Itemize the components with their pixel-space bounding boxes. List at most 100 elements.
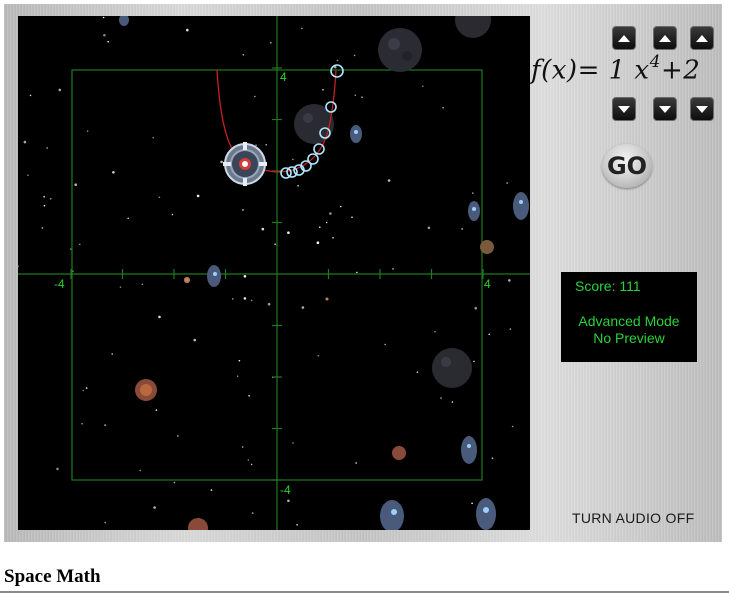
star bbox=[171, 213, 174, 216]
star bbox=[27, 174, 29, 176]
crystal-asteroid-1 bbox=[207, 265, 221, 287]
star bbox=[316, 241, 320, 244]
exponent-up-button[interactable] bbox=[653, 26, 677, 50]
function-display: f(x)= 1 x4+2 bbox=[531, 52, 721, 94]
graph-canvas: -4 4 4 -4 bbox=[18, 16, 530, 530]
star bbox=[243, 275, 247, 278]
star bbox=[440, 397, 442, 399]
star bbox=[186, 28, 189, 32]
star bbox=[267, 302, 271, 306]
star bbox=[472, 192, 474, 194]
star bbox=[196, 194, 200, 198]
space-graph-area[interactable]: -4 4 4 -4 bbox=[18, 16, 530, 530]
star bbox=[361, 96, 363, 98]
function-coefficient: 1 bbox=[608, 55, 626, 86]
star bbox=[243, 297, 247, 300]
function-prefix: f(x)= bbox=[531, 55, 609, 86]
rock-asteroid-4 bbox=[188, 518, 208, 530]
star bbox=[18, 265, 19, 268]
star bbox=[158, 196, 161, 199]
go-button[interactable]: GO bbox=[602, 144, 652, 188]
star bbox=[317, 354, 320, 357]
rock-asteroid-5 bbox=[184, 277, 190, 283]
star bbox=[220, 160, 223, 164]
arrow-down-icon bbox=[659, 105, 671, 113]
asteroid-1 bbox=[378, 28, 422, 72]
star bbox=[104, 521, 106, 524]
star bbox=[336, 59, 339, 62]
rock-asteroid-1-core bbox=[140, 384, 152, 396]
crystal-asteroid-3 bbox=[468, 201, 480, 221]
star bbox=[193, 338, 196, 342]
star bbox=[82, 389, 84, 392]
star bbox=[274, 243, 276, 245]
star bbox=[506, 182, 508, 184]
star bbox=[473, 360, 475, 363]
star bbox=[247, 459, 250, 461]
star bbox=[292, 158, 294, 161]
star bbox=[173, 481, 176, 484]
x-axis-max-label: 4 bbox=[484, 277, 491, 291]
asteroid-3 bbox=[432, 348, 472, 388]
rock-asteroid-2 bbox=[392, 446, 406, 460]
mode-status: Advanced Mode No Preview bbox=[561, 313, 697, 347]
star bbox=[461, 228, 463, 230]
star bbox=[177, 435, 179, 437]
crystal-asteroid-6 bbox=[380, 500, 404, 530]
star bbox=[43, 196, 45, 198]
arrow-down-icon bbox=[696, 105, 708, 113]
constant-down-button[interactable] bbox=[690, 97, 714, 121]
arrow-up-icon bbox=[659, 34, 671, 42]
crystal-asteroid-7 bbox=[476, 498, 496, 530]
star bbox=[85, 387, 88, 389]
star bbox=[287, 231, 290, 234]
audio-toggle-button[interactable]: TURN AUDIO OFF bbox=[572, 510, 694, 526]
star bbox=[250, 299, 253, 302]
star bbox=[104, 424, 106, 426]
star bbox=[152, 136, 154, 139]
y-axis-max-label: 4 bbox=[280, 70, 287, 84]
constant-up-button[interactable] bbox=[690, 26, 714, 50]
star bbox=[254, 95, 256, 98]
function-constant: +2 bbox=[660, 55, 701, 86]
star bbox=[56, 467, 59, 471]
star bbox=[251, 512, 254, 514]
star bbox=[434, 330, 436, 333]
star bbox=[340, 205, 342, 208]
star bbox=[103, 33, 106, 37]
exponent-down-button[interactable] bbox=[653, 97, 677, 121]
star bbox=[384, 343, 386, 346]
star bbox=[322, 88, 324, 91]
mode-label: Advanced Mode bbox=[578, 313, 680, 329]
star bbox=[238, 359, 241, 362]
star bbox=[416, 371, 419, 374]
star bbox=[354, 94, 357, 96]
star bbox=[356, 271, 358, 274]
star-field bbox=[18, 16, 514, 526]
arrow-up-icon bbox=[618, 34, 630, 42]
score-text: Score: 111 bbox=[575, 278, 641, 294]
star bbox=[297, 185, 299, 187]
star bbox=[387, 179, 391, 182]
star bbox=[392, 268, 394, 270]
star bbox=[329, 212, 332, 215]
star bbox=[102, 16, 105, 19]
preview-label: No Preview bbox=[593, 330, 665, 346]
function-variable: x bbox=[625, 55, 650, 86]
star bbox=[50, 198, 52, 200]
star bbox=[86, 130, 89, 132]
crystal-asteroid-8 bbox=[119, 16, 129, 26]
function-exponent: 4 bbox=[649, 52, 661, 72]
star bbox=[508, 279, 511, 282]
star bbox=[58, 88, 62, 92]
coefficient-down-button[interactable] bbox=[612, 97, 636, 121]
star bbox=[23, 140, 27, 144]
star bbox=[474, 306, 478, 310]
coefficient-up-button[interactable] bbox=[612, 26, 636, 50]
star bbox=[74, 183, 77, 186]
star bbox=[509, 328, 512, 330]
star bbox=[451, 401, 454, 403]
star bbox=[81, 422, 83, 425]
star bbox=[242, 54, 245, 56]
arrow-down-icon bbox=[618, 105, 630, 113]
